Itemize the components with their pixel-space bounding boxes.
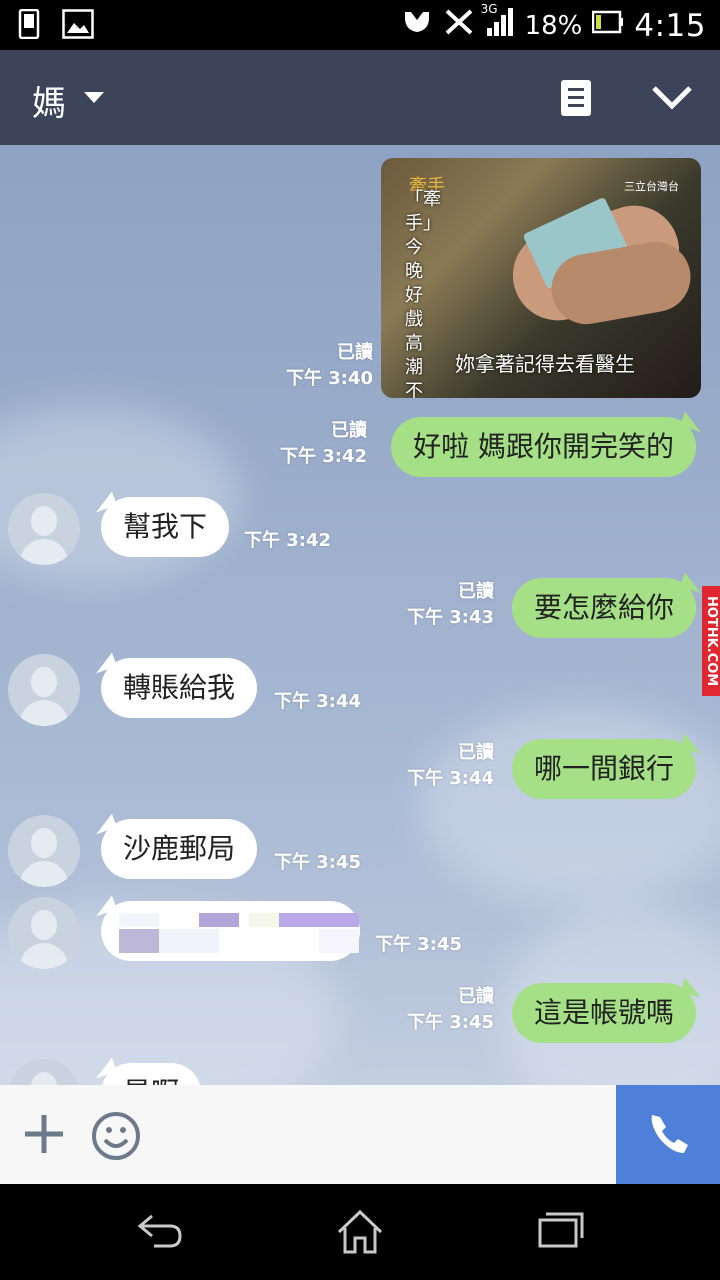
avatar[interactable]: [8, 493, 80, 565]
muted-icon: [443, 7, 475, 44]
timestamp: 下午 3:44: [274, 691, 362, 712]
incoming-message[interactable]: 沙鹿郵局: [101, 819, 258, 879]
avatar[interactable]: [8, 815, 80, 887]
collapse-chevron-icon[interactable]: [650, 76, 694, 116]
timestamp: 下午 3:45: [406, 1012, 494, 1033]
chat-header: 媽: [0, 50, 720, 145]
recent-apps-icon[interactable]: [536, 1208, 586, 1258]
read-receipt: 已讀: [458, 581, 494, 602]
chat-area[interactable]: 牽手 「牽手」今晚好戲高潮不 三立台灣台 妳拿著記得去看醫生 已讀 下午 3:4…: [0, 145, 720, 1085]
shared-image[interactable]: 牽手 「牽手」今晚好戲高潮不 三立台灣台 妳拿著記得去看醫生: [381, 158, 701, 398]
image-icon: [62, 9, 94, 43]
message-meta: 已讀 下午 3:45: [407, 984, 494, 1036]
signal-icon: 3G: [481, 2, 515, 45]
alarm-icon: [401, 8, 433, 43]
image-vertical-text: 「牽手」今晚好戲高潮不: [405, 189, 441, 398]
home-icon[interactable]: [335, 1208, 385, 1258]
status-bar: 3G 18% 4:15: [0, 0, 720, 50]
timestamp: 下午 3:45: [274, 852, 362, 873]
battery-percent: 18%: [524, 10, 583, 41]
phone-call-icon[interactable]: [616, 1085, 720, 1184]
nav-bar: [0, 1184, 720, 1280]
timestamp: 下午 3:44: [406, 768, 494, 789]
censor-blur: [119, 909, 364, 953]
outgoing-message[interactable]: 哪一間銀行: [511, 739, 696, 799]
phone-icon: [18, 8, 40, 43]
avatar[interactable]: [8, 897, 80, 969]
incoming-message[interactable]: 轉賬給我: [101, 658, 258, 718]
timestamp: 下午 3:42: [279, 446, 367, 467]
read-receipt: 已讀: [458, 986, 494, 1007]
back-icon[interactable]: [134, 1208, 184, 1258]
outgoing-message[interactable]: 要怎麼給你: [511, 578, 696, 638]
network-type: 3G: [480, 2, 498, 16]
chat-title[interactable]: 媽: [32, 76, 66, 125]
message-meta: 已讀 下午 3:44: [407, 740, 494, 792]
image-logo: 三立台灣台: [624, 180, 679, 193]
note-icon[interactable]: [561, 80, 591, 116]
outgoing-message[interactable]: 好啦 媽跟你開完笑的: [391, 417, 696, 477]
incoming-message-censored[interactable]: [101, 901, 360, 961]
read-receipt: 已讀: [331, 420, 367, 441]
incoming-message[interactable]: 是啊: [101, 1063, 202, 1085]
image-caption: 妳拿著記得去看醫生: [455, 352, 635, 376]
plus-icon[interactable]: [22, 1112, 66, 1160]
message-meta: 已讀 下午 3:40: [286, 340, 373, 392]
dropdown-caret-icon[interactable]: [84, 92, 104, 103]
timestamp: 下午 3:42: [244, 530, 332, 551]
message-meta: 已讀 下午 3:43: [407, 579, 494, 631]
read-receipt: 已讀: [337, 342, 373, 363]
timestamp: 下午 3:45: [375, 934, 463, 955]
outgoing-message[interactable]: 這是帳號嗎: [511, 983, 696, 1043]
message-meta: 已讀 下午 3:42: [280, 418, 367, 470]
read-receipt: 已讀: [458, 742, 494, 763]
watermark: HOTHK.COM: [702, 586, 720, 696]
timestamp: 下午 3:43: [406, 607, 494, 628]
input-bar: [0, 1085, 720, 1184]
clock: 4:15: [634, 7, 706, 44]
incoming-message[interactable]: 幫我下: [101, 497, 230, 557]
emoji-icon[interactable]: [90, 1110, 142, 1166]
avatar[interactable]: [8, 654, 80, 726]
timestamp: 下午 3:40: [285, 368, 373, 389]
battery-icon: [592, 10, 624, 41]
